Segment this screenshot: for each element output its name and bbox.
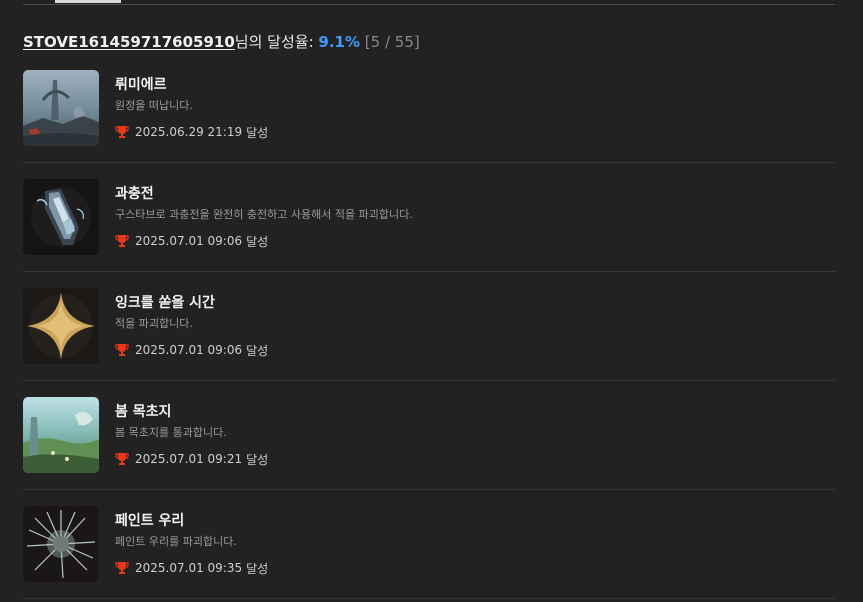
achieved-label: 달성: [246, 561, 269, 576]
lumiere-city-icon: [23, 70, 99, 146]
username-link[interactable]: STOVE161459717605910: [23, 33, 235, 51]
achievement-date-row: 2025.07.01 09:06 달성: [115, 233, 268, 249]
achievement-title: 뤼미에르: [115, 77, 167, 93]
achievement-date-row: 2025.06.29 21:19 달성: [115, 124, 268, 140]
achievement-title: 봄 목초지: [115, 404, 172, 420]
achievement-title: 과충전: [115, 186, 154, 202]
achievement-date-row: 2025.07.01 09:06 달성: [115, 342, 268, 358]
achieved-label: 달성: [246, 343, 269, 358]
achievement-description: 적을 파괴합니다.: [115, 317, 193, 330]
achievement-rate-header: STOVE161459717605910님의 달성율: 9.1% [5 / 55…: [23, 32, 420, 52]
trophy-icon: [115, 235, 129, 247]
achievement-date: 2025.06.29 21:19: [135, 125, 243, 139]
achievement-date-row: 2025.07.01 09:35 달성: [115, 560, 268, 576]
trophy-icon: [115, 453, 129, 465]
achievement-date: 2025.07.01 09:21: [135, 452, 243, 466]
rate-label: 님의 달성율:: [234, 33, 314, 51]
list-item: 뤼미에르 원정을 떠납니다. 2025.06.29 21:19 달성: [23, 54, 835, 163]
gold-star-icon: [23, 288, 99, 364]
achievement-description: 구스타브로 과충전을 완전히 충전하고 사용해서 적을 파괴합니다.: [115, 208, 413, 221]
achieved-label: 달성: [246, 125, 269, 140]
achievement-date: 2025.07.01 09:06: [135, 343, 243, 357]
achievement-list: 뤼미에르 원정을 떠납니다. 2025.06.29 21:19 달성 과충전 구…: [23, 54, 835, 599]
list-item: 잉크를 쏟을 시간 적을 파괴합니다. 2025.07.01 09:06 달성: [23, 272, 835, 381]
trophy-icon: [115, 344, 129, 356]
spring-meadow-icon: [23, 397, 99, 473]
trophy-icon: [115, 562, 129, 574]
achievement-rate: 9.1%: [318, 33, 361, 51]
overcharge-gauntlet-icon: [23, 179, 99, 255]
achieved-label: 달성: [246, 452, 269, 467]
achievement-description: 페인트 우리를 파괴합니다.: [115, 535, 237, 548]
trophy-icon: [115, 126, 129, 138]
tab-bar: [23, 0, 835, 5]
list-item: 봄 목초지 봄 목초지를 통과합니다. 2025.07.01 09:21 달성: [23, 381, 835, 490]
achievement-date-row: 2025.07.01 09:21 달성: [115, 451, 268, 467]
achieved-label: 달성: [246, 234, 269, 249]
achievement-title: 잉크를 쏟을 시간: [115, 295, 215, 311]
achievement-title: 페인트 우리: [115, 513, 185, 529]
achievement-date: 2025.07.01 09:06: [135, 234, 243, 248]
achievement-count: [5 / 55]: [364, 33, 420, 51]
achievement-description: 봄 목초지를 통과합니다.: [115, 426, 227, 439]
list-item: 페인트 우리 페인트 우리를 파괴합니다. 2025.07.01 09:35 달…: [23, 490, 835, 599]
achievement-description: 원정을 떠납니다.: [115, 99, 193, 112]
list-item: 과충전 구스타브로 과충전을 완전히 충전하고 사용해서 적을 파괴합니다. 2…: [23, 163, 835, 272]
paint-cage-icon: [23, 506, 99, 582]
active-tab-indicator[interactable]: [55, 0, 121, 3]
achievement-date: 2025.07.01 09:35: [135, 561, 243, 575]
